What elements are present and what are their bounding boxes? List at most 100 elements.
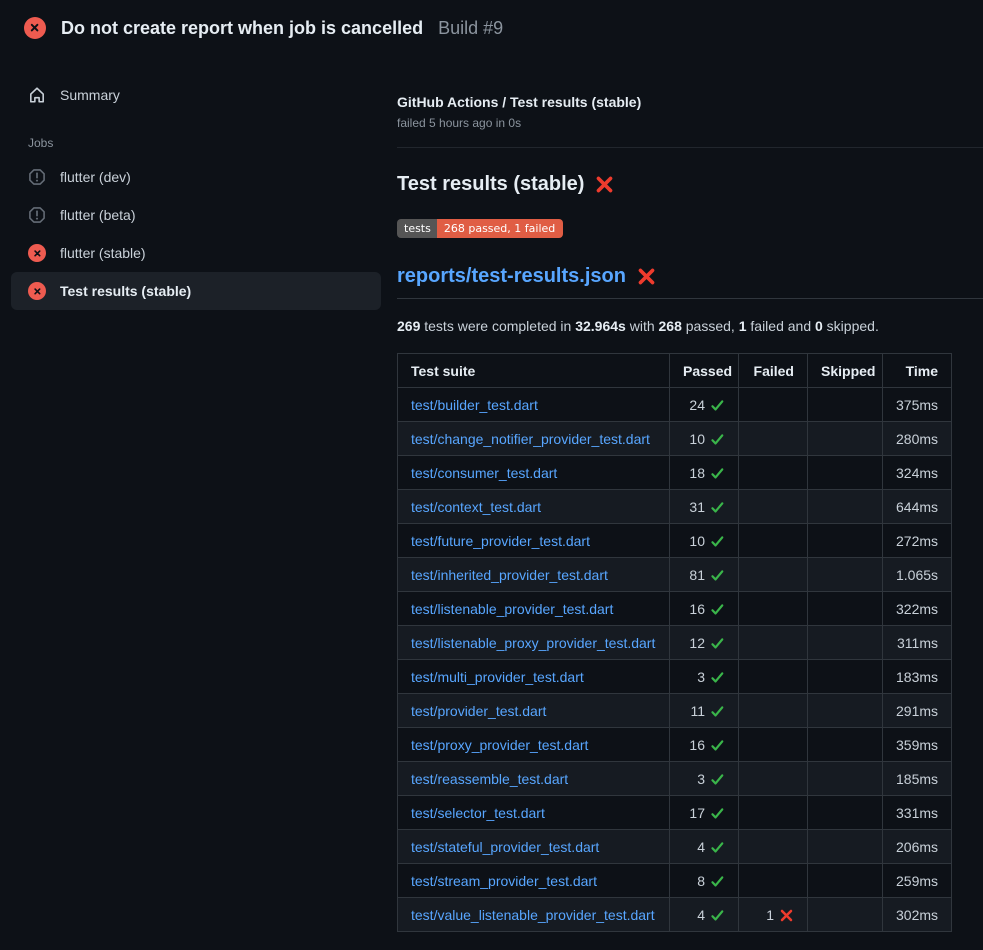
skipped-cell: [808, 626, 883, 660]
passed-cell: 10: [670, 524, 739, 558]
table-row: test/stream_provider_test.dart 8 259ms: [398, 864, 952, 898]
sidebar-item-flutter-stable[interactable]: flutter (stable): [11, 234, 381, 272]
passed-cell: 31: [670, 490, 739, 524]
table-row: test/multi_provider_test.dart3183ms: [398, 660, 952, 694]
x-icon: [595, 175, 614, 194]
time-cell: 311ms: [883, 626, 952, 660]
test-suite-cell: test/listenable_provider_test.dart: [398, 592, 670, 626]
table-row: test/reassemble_test.dart3185ms: [398, 762, 952, 796]
test-suite-link[interactable]: test/listenable_provider_test.dart: [411, 601, 613, 617]
check-icon: [710, 568, 725, 583]
skipped-cell: [808, 524, 883, 558]
test-suite-link[interactable]: test/stateful_provider_test.dart: [411, 839, 599, 855]
table-row: test/listenable_provider_test.dart16322m…: [398, 592, 952, 626]
x-icon: [779, 908, 794, 923]
test-suite-cell: test/stream_provider_test.dart: [398, 864, 670, 898]
failed-cell: [739, 626, 808, 660]
check-icon: [710, 534, 725, 549]
failed-icon: [28, 244, 46, 262]
passed-cell: 8: [670, 864, 739, 898]
sidebar-item-label: flutter (stable): [60, 245, 146, 261]
table-row: test/context_test.dart 31 644ms: [398, 490, 952, 524]
skipped-cell: [808, 694, 883, 728]
sidebar-item-flutter-beta[interactable]: flutter (beta): [11, 196, 381, 234]
check-icon: [710, 806, 725, 821]
check-icon: [710, 908, 725, 923]
test-suite-link[interactable]: test/inherited_provider_test.dart: [411, 567, 608, 583]
test-suite-link[interactable]: test/context_test.dart: [411, 499, 541, 515]
skipped-cell: [808, 898, 883, 932]
test-suite-link[interactable]: test/future_provider_test.dart: [411, 533, 590, 549]
check-icon: [710, 500, 725, 515]
sidebar-item-label: Test results (stable): [60, 283, 191, 299]
table-header-row: Test suite Passed Failed Skipped Time: [398, 354, 952, 388]
build-number: Build #9: [438, 18, 503, 39]
test-suite-link[interactable]: test/provider_test.dart: [411, 703, 546, 719]
failed-cell: [739, 388, 808, 422]
sidebar-item-label: Summary: [60, 87, 120, 103]
passed-cell: 18: [670, 456, 739, 490]
test-suite-link[interactable]: test/value_listenable_provider_test.dart: [411, 907, 655, 923]
table-row: test/future_provider_test.dart10272ms: [398, 524, 952, 558]
badge-label: tests: [397, 219, 437, 238]
test-suite-link[interactable]: test/selector_test.dart: [411, 805, 545, 821]
divider: [397, 147, 983, 148]
page-title: Do not create report when job is cancell…: [61, 18, 423, 39]
test-suite-cell: test/reassemble_test.dart: [398, 762, 670, 796]
sidebar-item-test-results-stable[interactable]: Test results (stable): [11, 272, 381, 310]
check-icon: [710, 670, 725, 685]
failed-cell: [739, 456, 808, 490]
check-icon: [710, 704, 725, 719]
table-row: test/selector_test.dart17331ms: [398, 796, 952, 830]
table-row: test/listenable_proxy_provider_test.dart…: [398, 626, 952, 660]
skipped-cell: [808, 830, 883, 864]
time-cell: 644ms: [883, 490, 952, 524]
tests-badge: tests 268 passed, 1 failed: [397, 219, 563, 238]
skipped-cell: [808, 762, 883, 796]
table-row: test/inherited_provider_test.dart811.065…: [398, 558, 952, 592]
test-suite-link[interactable]: test/stream_provider_test.dart: [411, 873, 597, 889]
skipped-cell: [808, 728, 883, 762]
table-body: test/builder_test.dart24375mstest/change…: [398, 388, 952, 932]
passed-cell: 4: [670, 898, 739, 932]
time-cell: 359ms: [883, 728, 952, 762]
test-suite-link[interactable]: test/proxy_provider_test.dart: [411, 737, 588, 753]
sidebar-item-summary[interactable]: Summary: [11, 76, 381, 114]
sidebar-item-flutter-dev[interactable]: flutter (dev): [11, 158, 381, 196]
test-suite-cell: test/selector_test.dart: [398, 796, 670, 830]
time-cell: 280ms: [883, 422, 952, 456]
test-suite-link[interactable]: test/listenable_proxy_provider_test.dart: [411, 635, 655, 651]
skipped-cell: [808, 864, 883, 898]
time-cell: 259ms: [883, 864, 952, 898]
passed-cell: 16: [670, 592, 739, 626]
failed-cell: [739, 490, 808, 524]
sidebar-item-label: flutter (dev): [60, 169, 131, 185]
test-suite-link[interactable]: test/consumer_test.dart: [411, 465, 557, 481]
check-icon: [710, 602, 725, 617]
test-suite-link[interactable]: test/builder_test.dart: [411, 397, 538, 413]
test-suite-link[interactable]: test/reassemble_test.dart: [411, 771, 568, 787]
failed-cell: [739, 728, 808, 762]
test-suite-cell: test/consumer_test.dart: [398, 456, 670, 490]
skipped-cell: [808, 660, 883, 694]
test-suite-cell: test/context_test.dart: [398, 490, 670, 524]
check-title: Test results (stable): [397, 173, 983, 196]
passed-cell: 24: [670, 388, 739, 422]
passed-cell: 4: [670, 830, 739, 864]
failed-cell: [739, 422, 808, 456]
x-icon: [637, 267, 656, 286]
failed-icon: [28, 282, 46, 300]
passed-cell: 11: [670, 694, 739, 728]
report-link[interactable]: reports/test-results.json: [397, 265, 626, 288]
table-row: test/builder_test.dart24375ms: [398, 388, 952, 422]
column-header-passed: Passed: [670, 354, 739, 388]
passed-cell: 81: [670, 558, 739, 592]
failed-cell: [739, 592, 808, 626]
main-content: GitHub Actions / Test results (stable) f…: [397, 56, 983, 932]
sidebar-item-label: flutter (beta): [60, 207, 135, 223]
failed-cell: [739, 864, 808, 898]
test-suite-link[interactable]: test/multi_provider_test.dart: [411, 669, 584, 685]
passed-cell: 3: [670, 660, 739, 694]
test-suite-link[interactable]: test/change_notifier_provider_test.dart: [411, 431, 650, 447]
skipped-cell: [808, 592, 883, 626]
